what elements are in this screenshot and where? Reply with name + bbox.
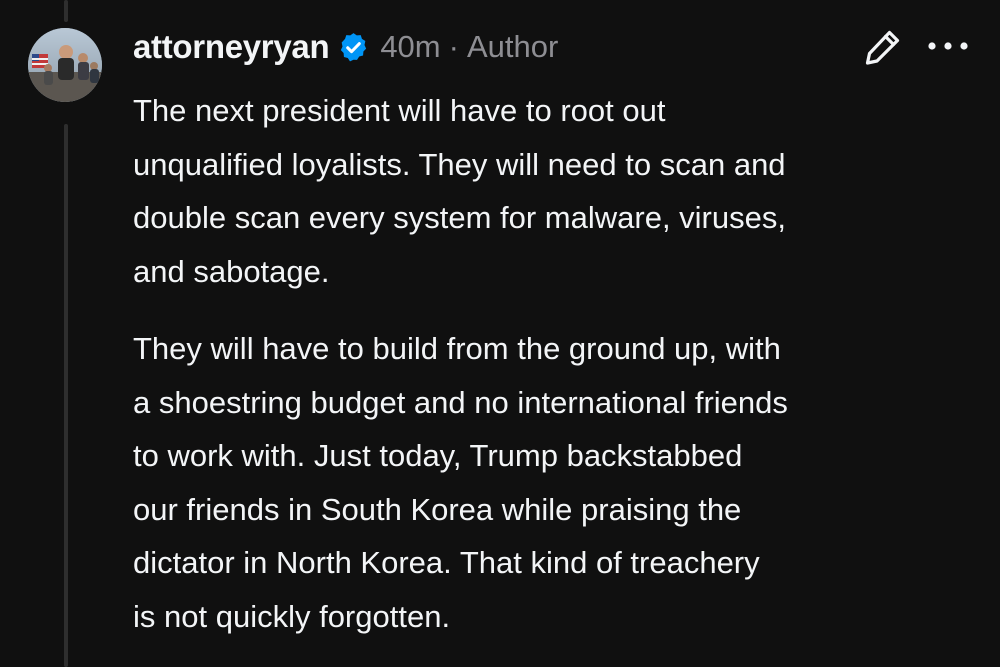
timestamp[interactable]: 40m: [380, 29, 440, 64]
post-text-line: double scan every system for malware, vi…: [133, 200, 786, 235]
post-text-line: and sabotage.: [133, 253, 330, 289]
meta-separator: ·: [448, 29, 459, 64]
more-options-icon[interactable]: [926, 38, 970, 54]
author-badge: Author: [466, 29, 559, 64]
username-link[interactable]: attorneyryan: [133, 28, 330, 66]
verified-badge-icon: [337, 31, 370, 64]
post-text-line: to work with. Just today, Trump backstab…: [133, 438, 743, 473]
post-text-line: is not quickly forgotten.: [133, 598, 451, 634]
post-meta: 40m · Author: [380, 29, 558, 65]
avatar-photo-icon: [28, 28, 102, 102]
post-text-line: unqualified loyalists. They will need to…: [133, 146, 786, 182]
post-paragraph-2: They will have to build from the ground …: [133, 322, 983, 643]
thread-line-top: [64, 0, 68, 22]
post-header: attorneyryan 40m · Author: [133, 22, 558, 72]
post-text-line: our friends in South Korea while praisin…: [133, 491, 742, 527]
pencil-icon[interactable]: [862, 26, 904, 68]
post-text-line: a shoestring budget and no international…: [133, 384, 788, 420]
post-text-line: They will have to build from the ground …: [133, 331, 781, 366]
avatar[interactable]: [28, 28, 102, 102]
thread-line: [64, 124, 68, 667]
post-paragraph-1: The next president will have to root out…: [133, 84, 983, 298]
post-body: The next president will have to root out…: [133, 84, 983, 643]
post-text-line: dictator in North Korea. That kind of tr…: [133, 545, 760, 580]
post-text-line: The next president will have to root out: [133, 93, 666, 128]
